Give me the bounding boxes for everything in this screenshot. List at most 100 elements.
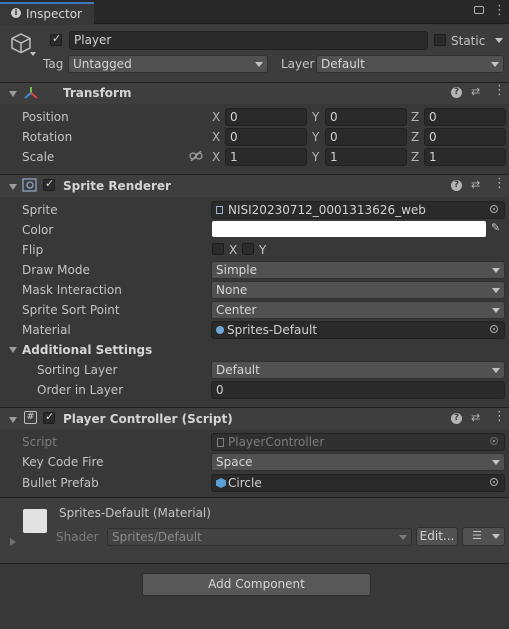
material-value: Sprites-Default <box>227 323 318 337</box>
material-label: Material <box>22 323 71 337</box>
color-label: Color <box>22 223 54 237</box>
material-object-field[interactable]: Sprites-Default <box>211 321 505 339</box>
object-picker-icon <box>490 437 498 445</box>
object-name-field[interactable]: Player <box>69 31 428 50</box>
edit-shader-button[interactable]: Edit... <box>416 527 458 546</box>
list-icon: ☰ <box>472 529 482 542</box>
scale-x-label[interactable]: X <box>212 150 220 164</box>
flip-x-checkbox[interactable] <box>212 243 224 255</box>
fold-arrow-icon[interactable] <box>9 417 17 423</box>
scale-label: Scale <box>22 150 55 164</box>
cube-icon <box>11 33 31 54</box>
tag-value: Untagged <box>73 57 132 71</box>
rotation-z-label[interactable]: Z <box>411 130 419 144</box>
key-code-fire-dropdown[interactable]: Space <box>211 453 505 471</box>
position-y-field[interactable]: 0 <box>325 108 407 126</box>
chevron-down-icon <box>492 268 500 273</box>
rotation-z-field[interactable]: 0 <box>424 128 506 146</box>
scale-y-field[interactable]: 1 <box>325 148 407 166</box>
shader-menu-button[interactable]: ☰ <box>462 527 505 546</box>
rotation-x-label[interactable]: X <box>212 130 220 144</box>
check-icon: ✓ <box>45 177 55 190</box>
script-value: PlayerController <box>228 435 325 449</box>
object-picker-icon[interactable] <box>490 478 498 486</box>
additional-settings-label[interactable]: Additional Settings <box>22 343 152 357</box>
static-checkbox[interactable] <box>434 34 446 46</box>
sorting-layer-label: Sorting Layer <box>37 363 118 377</box>
sprite-sort-point-value: Center <box>216 303 257 317</box>
active-checkbox[interactable]: ✓ <box>50 32 62 46</box>
info-icon: i <box>11 8 21 18</box>
position-y-label[interactable]: Y <box>312 110 319 124</box>
shader-label: Shader <box>56 530 99 544</box>
sorting-layer-dropdown[interactable]: Default <box>211 361 505 379</box>
scale-z-field[interactable]: 1 <box>424 148 506 166</box>
additional-settings-fold-icon[interactable] <box>9 347 17 353</box>
layer-dropdown[interactable]: Default <box>316 55 504 73</box>
material-preview-icon <box>23 509 47 533</box>
object-picker-icon[interactable] <box>490 325 498 333</box>
position-label: Position <box>22 110 69 124</box>
rotation-y-label[interactable]: Y <box>312 130 319 144</box>
add-component-button[interactable]: Add Component <box>142 573 371 596</box>
check-icon: ✓ <box>45 410 55 423</box>
scale-z-label[interactable]: Z <box>411 150 419 164</box>
mask-interaction-label: Mask Interaction <box>22 283 122 297</box>
object-picker-icon[interactable] <box>490 205 498 213</box>
order-in-layer-label: Order in Layer <box>37 383 124 397</box>
tab-title: Inspector <box>26 7 82 21</box>
tag-dropdown[interactable]: Untagged <box>68 55 268 73</box>
position-x-label[interactable]: X <box>212 110 220 124</box>
chevron-down-icon <box>492 460 500 465</box>
chevron-down-icon <box>492 534 500 539</box>
component-menu-icon[interactable]: ⋮ <box>493 410 506 423</box>
order-in-layer-field[interactable]: 0 <box>211 381 505 399</box>
sprite-sort-point-dropdown[interactable]: Center <box>211 301 505 319</box>
lock-icon[interactable] <box>474 6 484 14</box>
presets-icon[interactable]: ⇄ <box>471 412 480 424</box>
chevron-down-icon <box>492 288 500 293</box>
sprite-label: Sprite <box>22 203 58 217</box>
chevron-down-icon <box>491 62 499 67</box>
eyedropper-icon[interactable]: ✎ <box>491 221 500 235</box>
bullet-prefab-field[interactable]: Circle <box>211 474 505 492</box>
fold-arrow-icon[interactable] <box>9 184 17 190</box>
draw-mode-value: Simple <box>216 263 257 277</box>
tab-inspector[interactable]: i Inspector <box>0 2 94 24</box>
scale-x-field[interactable]: 1 <box>225 148 307 166</box>
help-icon[interactable]: ? <box>451 413 462 424</box>
component-menu-icon[interactable]: ⋮ <box>493 177 506 190</box>
sprite-object-field[interactable]: NISI20230712_0001313626_web <box>211 201 505 219</box>
draw-mode-dropdown[interactable]: Simple <box>211 261 505 279</box>
mask-interaction-dropdown[interactable]: None <box>211 281 505 299</box>
link-icon[interactable] <box>189 150 203 162</box>
flip-y-label: Y <box>259 243 267 257</box>
transform-title: Transform <box>63 86 132 100</box>
flip-x-label: X <box>229 243 238 257</box>
layer-value: Default <box>321 57 365 71</box>
menu-icon[interactable]: ⋮ <box>493 4 506 18</box>
player-controller-enabled-checkbox[interactable]: ✓ <box>43 410 55 424</box>
scale-y-label[interactable]: Y <box>312 150 319 164</box>
expand-arrow-icon[interactable] <box>10 538 16 546</box>
script-hash-icon: # <box>24 411 37 424</box>
sprite-renderer-enabled-checkbox[interactable]: ✓ <box>43 177 55 191</box>
rotation-x-field[interactable]: 0 <box>225 128 307 146</box>
presets-icon[interactable]: ⇄ <box>471 86 480 98</box>
help-icon[interactable]: ? <box>451 87 462 98</box>
position-x-field[interactable]: 0 <box>225 108 307 126</box>
presets-icon[interactable]: ⇄ <box>471 179 480 191</box>
position-z-field[interactable]: 0 <box>424 108 506 126</box>
mask-interaction-value: None <box>216 283 248 297</box>
fold-arrow-icon[interactable] <box>9 91 17 97</box>
flip-y-checkbox[interactable] <box>242 243 254 255</box>
icon-dropdown-arrow[interactable] <box>30 52 36 56</box>
component-menu-icon[interactable]: ⋮ <box>493 84 506 97</box>
color-swatch[interactable] <box>212 221 486 237</box>
static-dropdown-arrow[interactable] <box>495 38 503 43</box>
player-controller-title: Player Controller (Script) <box>63 412 233 426</box>
rotation-y-field[interactable]: 0 <box>325 128 407 146</box>
help-icon[interactable]: ? <box>451 180 462 191</box>
draw-mode-label: Draw Mode <box>22 263 90 277</box>
position-z-label[interactable]: Z <box>411 110 419 124</box>
